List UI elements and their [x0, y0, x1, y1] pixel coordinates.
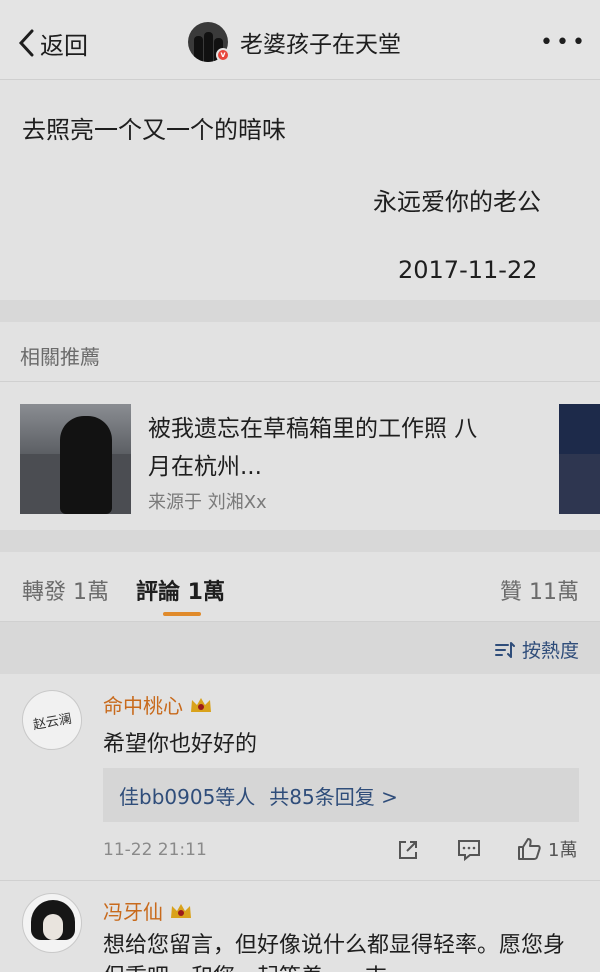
comment-icon	[458, 840, 480, 862]
replies-users: 佳bb0905等人	[119, 784, 256, 809]
back-label: 返回	[40, 31, 88, 60]
sort-label: 按熱度	[522, 640, 580, 662]
comment-replies[interactable]: 佳bb0905等人 共85条回复 >	[103, 768, 579, 822]
share-icon	[399, 841, 417, 859]
page-title: 老婆孩子在天堂	[240, 32, 401, 58]
chevron-left-icon	[18, 29, 34, 57]
like-button[interactable]: 1萬	[516, 836, 577, 862]
post-text: 去照亮一个又一个的暗味	[22, 116, 286, 144]
back-button[interactable]: 返回	[18, 26, 88, 60]
related-source: 来源于 刘湘Xx	[148, 492, 267, 513]
comment-username-text: 冯牙仙	[103, 900, 163, 924]
verified-badge-icon: v	[216, 48, 230, 62]
comment-time: 11-22 21:11	[103, 840, 207, 860]
comment-username-text: 命中桃心	[103, 694, 183, 718]
comment-text: 希望你也好好的	[103, 732, 258, 757]
related-thumbnail-next[interactable]	[559, 404, 600, 514]
tab-like[interactable]: 贊 11萬	[500, 574, 579, 606]
sort-icon	[495, 641, 515, 658]
more-icon[interactable]: •••	[540, 30, 588, 55]
comment-username[interactable]: 冯牙仙	[103, 896, 193, 925]
comment-username[interactable]: 命中桃心	[103, 690, 213, 719]
related-thumbnail[interactable]	[20, 404, 131, 514]
related-label: 相關推薦	[20, 345, 100, 369]
replies-count: 共85条回复 >	[269, 784, 398, 809]
comment-text: 想给您留言，但好像说什么都显得轻率。愿您身保重吧，和您一起等着......吉	[103, 933, 566, 972]
section-divider	[0, 530, 600, 552]
like-count: 1萬	[548, 840, 578, 861]
post-date: 2017-11-22	[398, 256, 538, 284]
comment-divider	[0, 880, 600, 881]
avatar[interactable]: 赵云澜	[17, 685, 87, 755]
reply-button[interactable]	[456, 838, 482, 866]
crown-icon	[191, 697, 211, 712]
avatar-seal-text: 赵云澜	[31, 711, 73, 733]
thumb-up-icon	[518, 838, 541, 860]
share-button[interactable]	[396, 838, 420, 866]
crown-icon	[171, 903, 191, 918]
tab-comment[interactable]: 評論 1萬	[136, 574, 225, 606]
related-title[interactable]: 被我遗忘在草稿箱里的工作照 八月在杭州...	[148, 410, 493, 486]
post-signature: 永远爱你的老公	[373, 188, 541, 216]
active-tab-indicator	[163, 612, 201, 616]
avatar[interactable]	[22, 893, 82, 953]
section-divider	[0, 300, 600, 322]
tab-repost[interactable]: 轉發 1萬	[22, 574, 109, 606]
sort-by-hot-button[interactable]: 按熱度	[494, 636, 579, 663]
